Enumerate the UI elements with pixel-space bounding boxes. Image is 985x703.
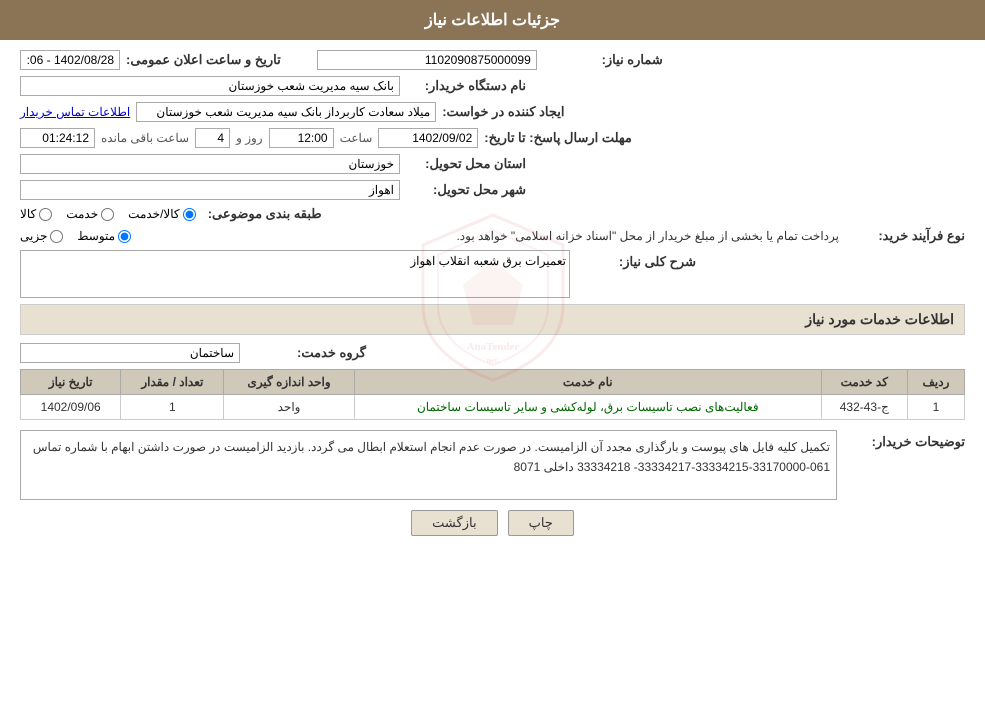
service-group-label: گروه خدمت: — [246, 345, 366, 361]
city-row: شهر محل تحویل: — [20, 180, 965, 200]
service-group-input[interactable] — [20, 343, 240, 363]
category-row: طبقه بندی موضوعی: کالا/خدمت خدمت کالا — [20, 206, 965, 222]
services-table: ردیف کد خدمت نام خدمت واحد اندازه گیری ت… — [20, 369, 965, 420]
table-row: 1 ج-43-432 فعالیت‌های نصب تاسیسات برق، ل… — [21, 395, 965, 420]
deadline-time-label: ساعت — [340, 131, 373, 145]
col-code: کد خدمت — [821, 370, 907, 395]
purchase-type-medium-label: متوسط — [77, 229, 115, 243]
need-desc-textarea[interactable] — [20, 250, 570, 298]
deadline-days-label: روز و — [236, 131, 263, 145]
creator-label: ایجاد کننده در خواست: — [442, 104, 564, 120]
need-number-input[interactable] — [317, 50, 537, 70]
print-button[interactable]: چاپ — [508, 510, 574, 536]
need-desc-row: شرح کلی نیاز: — [20, 250, 965, 298]
col-name: نام خدمت — [354, 370, 821, 395]
category-label: طبقه بندی موضوعی: — [202, 206, 322, 222]
cell-row: 1 — [907, 395, 964, 420]
contact-link[interactable]: اطلاعات تماس خریدار — [20, 105, 130, 119]
cell-qty: 1 — [121, 395, 224, 420]
cell-date: 1402/09/06 — [21, 395, 121, 420]
cell-name: فعالیت‌های نصب تاسیسات برق، لوله‌کشی و س… — [354, 395, 821, 420]
need-desc-label: شرح کلی نیاز: — [576, 250, 696, 270]
purchase-type-row: نوع فرآیند خرید: پرداخت تمام یا بخشی از … — [20, 228, 965, 244]
page-header: جزئیات اطلاعات نیاز — [0, 0, 985, 40]
province-row: استان محل تحویل: — [20, 154, 965, 174]
deadline-time-input[interactable] — [269, 128, 334, 148]
province-label: استان محل تحویل: — [406, 156, 526, 172]
notes-content: تکمیل کلیه فایل های پیوست و بارگذاری مجد… — [20, 430, 837, 500]
service-section-title: اطلاعات خدمات مورد نیاز — [20, 304, 965, 335]
service-group-row: گروه خدمت: — [20, 343, 965, 363]
category-kala-khedmat-label: کالا/خدمت — [128, 207, 179, 221]
col-qty: تعداد / مقدار — [121, 370, 224, 395]
purchase-type-radio-group: متوسط جزیی — [20, 229, 131, 243]
city-label: شهر محل تحویل: — [406, 182, 526, 198]
announce-date-label: تاریخ و ساعت اعلان عمومی: — [126, 52, 281, 68]
buttons-row: چاپ بازگشت — [20, 510, 965, 536]
deadline-days-input[interactable] — [195, 128, 230, 148]
col-date: تاریخ نیاز — [21, 370, 121, 395]
notes-text: تکمیل کلیه فایل های پیوست و بارگذاری مجد… — [33, 440, 830, 474]
deadline-date-input[interactable] — [378, 128, 478, 148]
creator-row: ایجاد کننده در خواست: اطلاعات تماس خریدا… — [20, 102, 965, 122]
category-option-khedmat[interactable]: خدمت — [66, 207, 114, 221]
deadline-remaining-input[interactable] — [20, 128, 95, 148]
category-option-kala-khedmat[interactable]: کالا/خدمت — [128, 207, 195, 221]
creator-input[interactable] — [136, 102, 436, 122]
need-number-row: شماره نیاز: تاریخ و ساعت اعلان عمومی: — [20, 50, 965, 70]
deadline-remaining-label: ساعت باقی مانده — [101, 131, 189, 145]
purchase-type-label: نوع فرآیند خرید: — [845, 228, 965, 244]
notes-label: توضیحات خریدار: — [845, 430, 965, 450]
category-khedmat-label: خدمت — [66, 207, 98, 221]
category-radio-group: کالا/خدمت خدمت کالا — [20, 207, 196, 221]
buyer-org-input[interactable] — [20, 76, 400, 96]
purchase-type-partial-label: جزیی — [20, 229, 47, 243]
purchase-type-note: پرداخت تمام یا بخشی از مبلغ خریدار از مح… — [147, 229, 839, 243]
category-kala-label: کالا — [20, 207, 36, 221]
deadline-label: مهلت ارسال پاسخ: تا تاریخ: — [484, 130, 632, 146]
purchase-type-partial[interactable]: جزیی — [20, 229, 63, 243]
province-input[interactable] — [20, 154, 400, 174]
cell-unit: واحد — [224, 395, 355, 420]
need-number-label: شماره نیاز: — [543, 52, 663, 68]
back-button[interactable]: بازگشت — [411, 510, 497, 536]
announce-date-input[interactable] — [20, 50, 120, 70]
deadline-row: مهلت ارسال پاسخ: تا تاریخ: ساعت روز و سا… — [20, 128, 965, 148]
col-row: ردیف — [907, 370, 964, 395]
category-option-kala[interactable]: کالا — [20, 207, 52, 221]
col-unit: واحد اندازه گیری — [224, 370, 355, 395]
page-title: جزئیات اطلاعات نیاز — [425, 12, 560, 29]
buyer-org-label: نام دستگاه خریدار: — [406, 78, 526, 94]
purchase-type-medium[interactable]: متوسط — [77, 229, 131, 243]
notes-row: توضیحات خریدار: تکمیل کلیه فایل های پیوس… — [20, 430, 965, 500]
cell-code: ج-43-432 — [821, 395, 907, 420]
buyer-org-row: نام دستگاه خریدار: — [20, 76, 965, 96]
city-input[interactable] — [20, 180, 400, 200]
